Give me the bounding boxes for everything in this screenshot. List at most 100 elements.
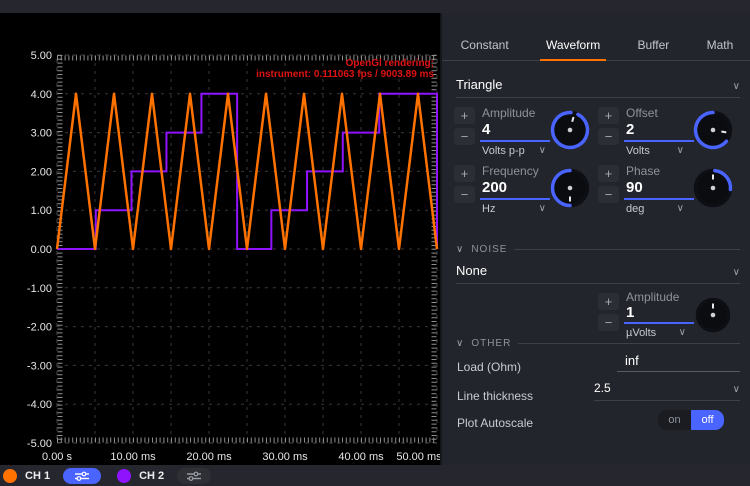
noise-type-dropdown[interactable]: None ∨ <box>456 263 740 284</box>
knob-center-dot <box>568 128 573 133</box>
load-input[interactable] <box>617 353 740 372</box>
offset-decrement-button[interactable]: − <box>598 128 619 145</box>
autoscale-on-option[interactable]: on <box>658 410 691 430</box>
ch2-label: CH 2 <box>139 470 164 482</box>
ch1-label: CH 1 <box>25 470 50 482</box>
amplitude-unit-dropdown[interactable]: Volts p-p ∨ <box>482 145 546 157</box>
waveform-type-value: Triangle <box>456 77 502 92</box>
offset-value[interactable]: 2 <box>626 121 634 138</box>
noise-amplitude-knob[interactable] <box>694 296 732 339</box>
amplitude-decrement-button[interactable]: − <box>454 128 475 145</box>
chevron-down-icon: ∨ <box>539 146 546 156</box>
offset-underline <box>624 140 694 142</box>
noise-section-header[interactable]: ∨ NOISE <box>456 244 740 255</box>
ch2-color-dot[interactable] <box>117 469 131 483</box>
y-axis-tick-label: -4.00 <box>27 399 52 411</box>
y-axis-tick-label: -5.00 <box>27 438 52 450</box>
x-axis-tick-label: 20.00 ms <box>186 451 232 463</box>
frequency-increment-button[interactable]: + <box>454 165 475 182</box>
tab-bar: Constant Waveform Buffer Math <box>442 33 750 61</box>
offset-unit-dropdown[interactable]: Volts ∨ <box>626 145 684 157</box>
offset-increment-button[interactable]: + <box>598 107 619 124</box>
opengl-fps-overlay: instrument: 0.111063 fps / 9003.89 ms <box>256 69 434 80</box>
line-thickness-label: Line thickness <box>457 389 533 403</box>
chevron-down-icon: ∨ <box>679 328 686 338</box>
phase-increment-button[interactable]: + <box>598 165 619 182</box>
noise-amplitude-value[interactable]: 1 <box>626 304 634 321</box>
amplitude-increment-button[interactable]: + <box>454 107 475 124</box>
y-axis-tick-label: 0.00 <box>31 244 52 256</box>
chevron-down-icon: ∨ <box>456 339 464 349</box>
phase-knob[interactable] <box>692 167 734 214</box>
sliders-icon <box>74 471 90 481</box>
frequency-knob[interactable] <box>549 167 591 214</box>
chevron-down-icon: ∨ <box>456 245 464 255</box>
noise-amplitude-increment-button[interactable]: + <box>598 293 619 310</box>
waveform-type-dropdown[interactable]: Triangle ∨ <box>456 77 740 98</box>
chevron-down-icon: ∨ <box>539 204 546 214</box>
y-axis-tick-label: 1.00 <box>31 205 52 217</box>
y-axis-tick-label: 5.00 <box>31 50 52 62</box>
noise-section-label: NOISE <box>471 244 507 255</box>
noise-amplitude-decrement-button[interactable]: − <box>598 314 619 331</box>
signal-generator-panel: Constant Waveform Buffer Math Triangle ∨… <box>440 13 750 465</box>
noise-amplitude-label: Amplitude <box>626 290 679 304</box>
tab-waveform[interactable]: Waveform <box>540 38 606 61</box>
phase-value[interactable]: 90 <box>626 179 643 196</box>
ch1-color-dot[interactable] <box>3 469 17 483</box>
frequency-unit-value: Hz <box>482 203 495 215</box>
phase-unit-dropdown[interactable]: deg ∨ <box>626 203 684 215</box>
offset-label: Offset <box>626 106 658 120</box>
x-axis-tick-label: 40.00 ms <box>338 451 384 463</box>
phase-unit-value: deg <box>626 203 644 215</box>
waveform-plot[interactable]: 5.00 4.00 3.00 2.00 1.00 0.00 -1.00 -2.00 -3.00 -… <box>0 13 440 465</box>
y-axis-tick-label: 4.00 <box>31 89 52 101</box>
knob-center-dot <box>711 186 716 191</box>
tab-constant[interactable]: Constant <box>455 38 515 60</box>
y-axis-tick-label: 2.00 <box>31 166 52 178</box>
opengl-fps-overlay: OpenGl rendering; <box>346 58 434 69</box>
tab-math[interactable]: Math <box>701 38 740 60</box>
channel-bar: CH 1 CH 2 <box>0 465 750 486</box>
offset-knob[interactable] <box>692 109 734 156</box>
line-thickness-value: 2.5 <box>594 381 611 395</box>
noise-amplitude-underline <box>624 322 694 324</box>
ch2-settings-button[interactable] <box>177 468 211 484</box>
tab-buffer[interactable]: Buffer <box>632 38 676 60</box>
sliders-icon <box>186 471 202 481</box>
ch1-settings-button[interactable] <box>63 468 101 484</box>
y-axis-tick-label: -3.00 <box>27 360 52 372</box>
amplitude-unit-value: Volts p-p <box>482 145 525 157</box>
amplitude-value[interactable]: 4 <box>482 121 490 138</box>
knob-center-dot <box>711 313 716 318</box>
y-axis-tick-label: 3.00 <box>31 128 52 140</box>
frequency-value[interactable]: 200 <box>482 179 507 196</box>
phase-label: Phase <box>626 164 660 178</box>
knob-center-dot <box>568 186 573 191</box>
x-axis-tick-label: 0.00 s <box>42 451 72 463</box>
y-axis-tick-label: -2.00 <box>27 322 52 334</box>
x-axis-tick-label: 50.00 ms <box>396 451 440 463</box>
autoscale-off-option[interactable]: off <box>691 410 724 430</box>
offset-unit-value: Volts <box>626 145 650 157</box>
load-label: Load (Ohm) <box>457 360 521 374</box>
y-axis-tick-label: -1.00 <box>27 283 52 295</box>
x-axis-tick-label: 30.00 ms <box>262 451 308 463</box>
chevron-down-icon: ∨ <box>733 82 740 92</box>
plot-autoscale-label: Plot Autoscale <box>457 416 533 430</box>
section-divider <box>518 343 740 344</box>
other-section-header[interactable]: ∨ OTHER <box>456 338 740 349</box>
noise-type-value: None <box>456 263 487 278</box>
knob-center-dot <box>711 128 716 133</box>
line-thickness-dropdown[interactable]: 2.5 ∨ <box>594 381 740 401</box>
frequency-decrement-button[interactable]: − <box>454 186 475 203</box>
window-top-bar <box>0 0 750 13</box>
amplitude-knob[interactable] <box>549 109 591 156</box>
phase-decrement-button[interactable]: − <box>598 186 619 203</box>
knob-pointer <box>721 131 726 132</box>
frequency-label: Frequency <box>482 164 539 178</box>
knob-pointer <box>572 117 573 122</box>
frequency-unit-dropdown[interactable]: Hz ∨ <box>482 203 546 215</box>
frequency-underline <box>480 198 550 200</box>
section-divider <box>514 249 740 250</box>
